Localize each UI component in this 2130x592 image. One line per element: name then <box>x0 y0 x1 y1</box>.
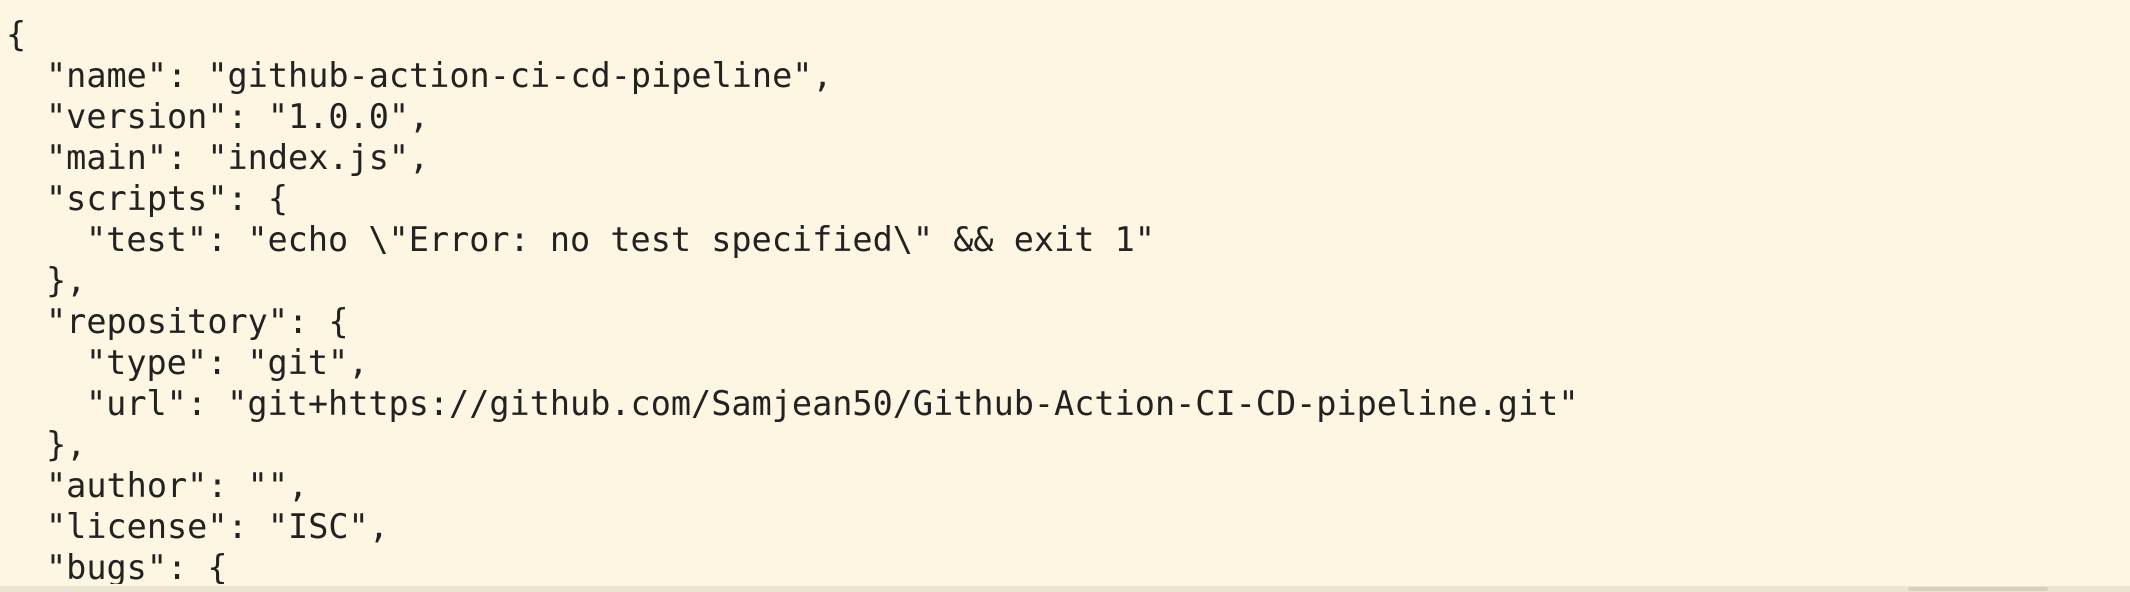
code-line-text: "repository": { <box>46 302 349 341</box>
code-line-text: "test": "echo \"Error: no test specified… <box>86 220 1155 259</box>
code-line-text: "type": "git", <box>86 343 369 382</box>
code-line-10: "url": "git+https://github.com/Samjean50… <box>6 383 2116 424</box>
code-line-4: "main": "index.js", <box>6 137 2116 178</box>
code-line-text: "main": "index.js", <box>46 138 430 177</box>
code-line-1: { <box>6 14 2116 55</box>
code-line-5: "scripts": { <box>6 178 2116 219</box>
code-line-text: { <box>6 15 27 54</box>
code-line-text: "name": "github-action-ci-cd-pipeline", <box>46 56 833 95</box>
code-line-9: "type": "git", <box>6 342 2116 383</box>
code-line-13: "license": "ISC", <box>6 506 2116 547</box>
json-code-view[interactable]: { "name": "github-action-ci-cd-pipeline"… <box>6 14 2116 584</box>
code-line-text: "scripts": { <box>46 179 289 218</box>
code-line-12: "author": "", <box>6 465 2116 506</box>
code-line-6: "test": "echo \"Error: no test specified… <box>6 219 2116 260</box>
code-line-text: "version": "1.0.0", <box>46 97 430 136</box>
code-line-text: "url": "git+https://github.com/Samjean50… <box>86 384 1579 423</box>
code-line-2: "name": "github-action-ci-cd-pipeline", <box>6 55 2116 96</box>
code-line-14: "bugs": { <box>6 547 2116 584</box>
code-line-8: "repository": { <box>6 301 2116 342</box>
horizontal-scrollbar-thumb[interactable] <box>1908 587 2048 591</box>
code-line-text: "license": "ISC", <box>46 507 389 546</box>
code-line-text: "bugs": { <box>46 548 228 584</box>
code-line-3: "version": "1.0.0", <box>6 96 2116 137</box>
code-line-text: }, <box>46 261 87 300</box>
code-line-11: }, <box>6 424 2116 465</box>
code-line-7: }, <box>6 260 2116 301</box>
code-line-text: }, <box>46 425 87 464</box>
horizontal-scrollbar[interactable] <box>0 586 2130 592</box>
code-line-text: "author": "", <box>46 466 309 505</box>
